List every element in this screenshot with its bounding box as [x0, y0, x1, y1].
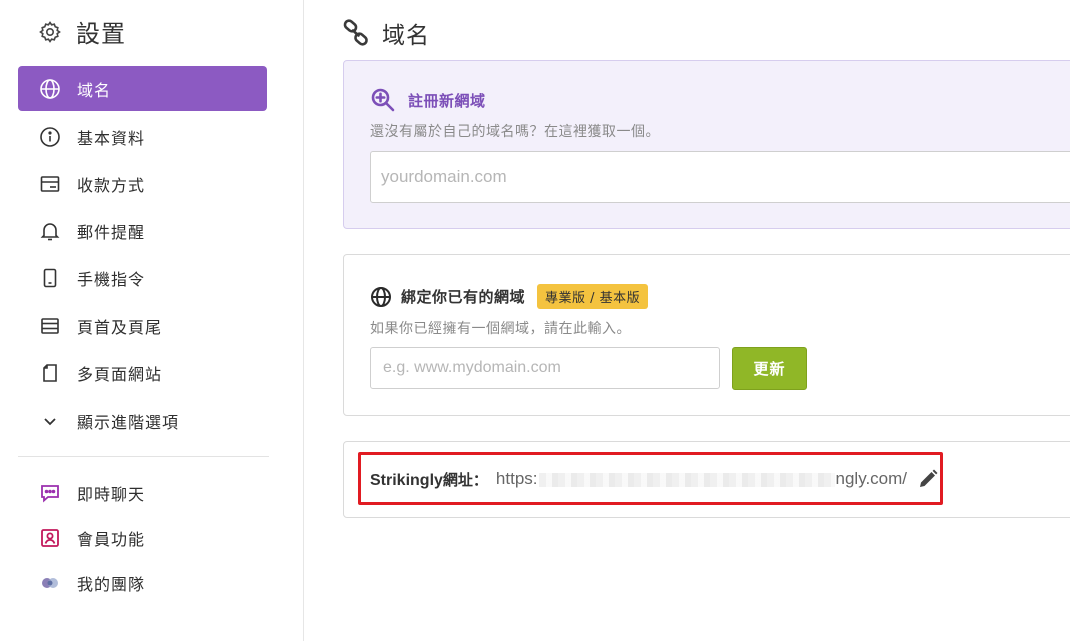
url-end: ngly.com/: [835, 469, 908, 488]
register-domain-description: 還沒有屬於自己的域名嗎？在這裡獲取一個。: [370, 124, 660, 140]
update-button[interactable]: 更新: [732, 347, 807, 390]
url-label-suffix: 網址：: [442, 470, 488, 489]
url-label-prefix: Strikingly: [370, 471, 443, 489]
sidebar-item-label: 域名: [77, 80, 112, 100]
sidebar-title: 設置: [76, 20, 126, 48]
link-icon: [343, 19, 368, 46]
strikingly-url-card: Strikingly網址： https: ngly.com/: [343, 441, 1070, 518]
bind-domain-header: 綁定你已有的網域 專業版 / 基本版: [370, 284, 649, 309]
search-plus-icon: [371, 88, 395, 112]
bind-domain-card: 綁定你已有的網域 專業版 / 基本版 如果你已經擁有一個網域，請在此輸入。 更新: [343, 254, 1070, 416]
page-title: 域名: [382, 23, 430, 49]
sidebar-item-label: 基本資料: [77, 128, 146, 148]
sidebar-item-label: 頁首及頁尾: [77, 317, 163, 337]
sidebar-item-header-footer[interactable]: 頁首及頁尾: [18, 303, 267, 348]
pages-icon: [39, 362, 61, 384]
mobile-icon: [39, 267, 61, 289]
sidebar-item-label: 顯示進階選項: [77, 412, 180, 432]
sidebar-item-multipage[interactable]: 多頁面網站: [18, 350, 267, 395]
plan-badge: 專業版 / 基本版: [537, 284, 649, 309]
pencil-edit-icon[interactable]: [917, 468, 939, 490]
sidebar-item-membership[interactable]: 會員功能: [18, 515, 267, 560]
sidebar-item-label: 我的團隊: [77, 574, 146, 594]
register-domain-heading: 註冊新網域: [408, 91, 486, 110]
globe-icon: [371, 286, 391, 307]
register-domain-input[interactable]: [370, 151, 1070, 203]
globe-icon: [39, 78, 61, 100]
bell-icon: [39, 220, 61, 242]
url-start: https:: [495, 469, 538, 488]
sidebar-item-label: 會員功能: [77, 529, 146, 549]
sidebar-item-mobile[interactable]: 手機指令: [18, 255, 267, 300]
url-redaction: [538, 472, 835, 487]
strikingly-url-row: Strikingly網址： https: ngly.com/: [370, 468, 939, 490]
sidebar-item-advanced-options[interactable]: 顯示進階選項: [18, 398, 267, 443]
bind-domain-description: 如果你已經擁有一個網域，請在此輸入。: [370, 321, 631, 337]
sidebar-item-domain[interactable]: 域名: [18, 66, 267, 111]
gear-icon: [39, 20, 61, 43]
strikingly-url-label: Strikingly網址：: [370, 469, 488, 490]
bind-domain-heading: 綁定你已有的網域: [401, 288, 526, 306]
sidebar-item-label: 即時聊天: [77, 484, 146, 504]
page-header: 域名: [342, 16, 430, 50]
sidebar-item-label: 郵件提醒: [77, 222, 146, 242]
sidebar-header: 設置: [38, 14, 126, 49]
register-domain-header: 註冊新網域: [370, 87, 486, 113]
custom-domain-input[interactable]: [370, 347, 720, 389]
sidebar-item-label: 收款方式: [77, 175, 146, 195]
settings-sidebar: 設置 域名 基本資料 收款方式 郵件提醒 手機指令 頁首及頁尾 多頁面網站 顯示…: [0, 0, 304, 641]
chat-icon: [39, 482, 61, 504]
register-domain-card: 註冊新網域 還沒有屬於自己的域名嗎？在這裡獲取一個。: [343, 60, 1070, 229]
payment-card-icon: [39, 173, 61, 195]
sidebar-item-basic-info[interactable]: 基本資料: [18, 114, 267, 159]
member-icon: [39, 527, 61, 549]
sidebar-item-live-chat[interactable]: 即時聊天: [18, 470, 267, 515]
sidebar-item-label: 多頁面網站: [77, 364, 163, 384]
sidebar-divider: [18, 456, 269, 457]
team-icon: [39, 572, 61, 594]
info-icon: [39, 126, 61, 148]
sidebar-item-email-alerts[interactable]: 郵件提醒: [18, 208, 267, 253]
sidebar-item-label: 手機指令: [77, 269, 146, 289]
strikingly-url-value[interactable]: https: ngly.com/: [496, 469, 907, 489]
header-footer-icon: [39, 315, 61, 337]
chevron-down-icon: [39, 410, 61, 432]
sidebar-item-payment[interactable]: 收款方式: [18, 161, 267, 206]
sidebar-item-my-team[interactable]: 我的團隊: [18, 560, 267, 605]
